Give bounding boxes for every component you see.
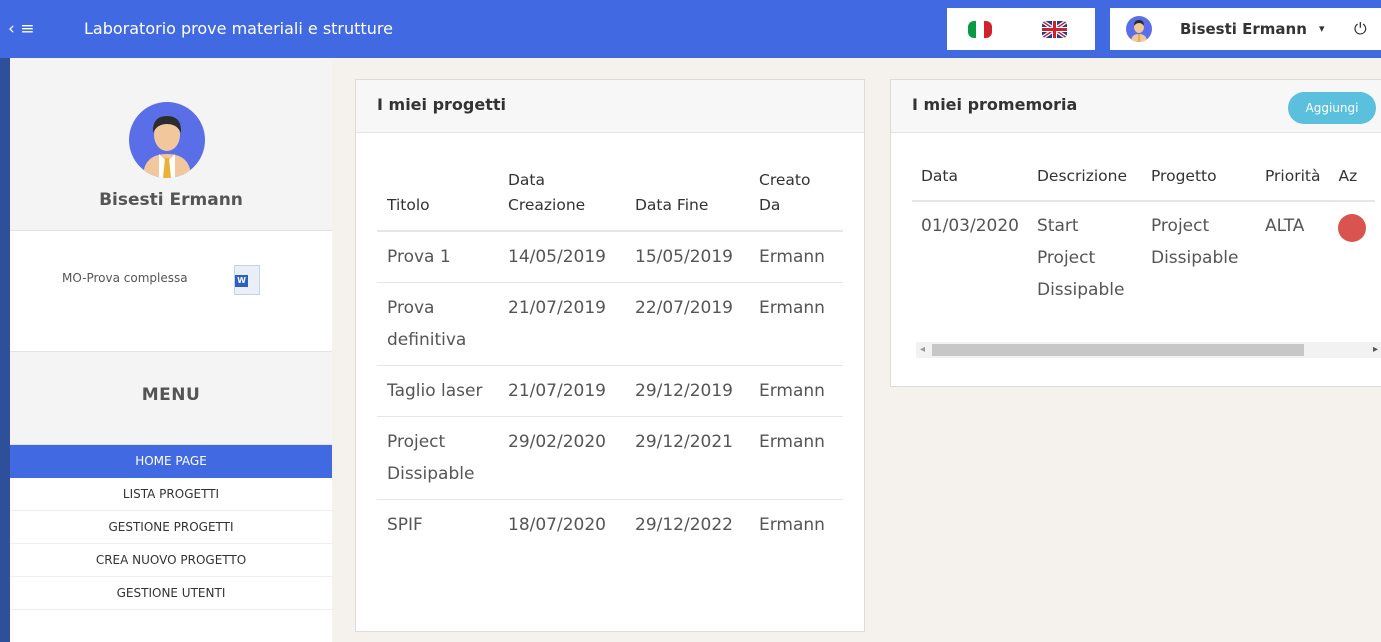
table-row[interactable]: Project Dissipable 29/02/2020 29/12/2021… <box>377 416 843 500</box>
word-letter: W <box>235 275 248 287</box>
column-header: Progetto <box>1141 164 1256 202</box>
menu-title: MENU <box>141 385 201 405</box>
reminders-panel: I miei promemoria Aggiungi Data Descrizi… <box>890 79 1381 387</box>
projects-table: Titolo Data Creazione Data Fine Creato D… <box>377 168 843 550</box>
italy-flag-icon[interactable] <box>968 21 992 38</box>
cell-titolo: Project Dissipable <box>377 416 498 500</box>
table-row[interactable]: Taglio laser 21/07/2019 29/12/2019 Erman… <box>377 365 843 417</box>
cell-titolo: Prova definitiva <box>377 282 498 366</box>
cell-titolo: Prova 1 <box>377 231 498 283</box>
profile-name: Bisesti Ermann <box>99 190 243 210</box>
uk-flag-icon[interactable] <box>1042 21 1067 38</box>
file-name[interactable]: MO-Prova complessa <box>62 271 188 285</box>
user-name[interactable]: Bisesti Ermann <box>1180 18 1307 40</box>
cell-descrizione: Start Project Dissipable <box>1036 216 1125 300</box>
cell-priorita: ALTA <box>1264 216 1305 236</box>
projects-panel-header: I miei progetti <box>356 80 864 133</box>
menu-item-gestione-utenti[interactable]: GESTIONE UTENTI <box>10 577 332 610</box>
add-reminder-button[interactable]: Aggiungi <box>1288 92 1376 124</box>
cell-creato-da: Ermann <box>749 365 843 417</box>
cell-creato-da: Ermann <box>759 515 825 535</box>
sidebar: Bisesti Ermann MO-Prova complessa W MENU… <box>10 58 332 642</box>
word-document-icon[interactable]: W <box>234 265 260 295</box>
menu-list: HOME PAGE LISTA PROGETTI GESTIONE PROGET… <box>10 445 332 610</box>
cell-azioni <box>1329 201 1375 314</box>
column-header: Creato Da <box>749 168 843 232</box>
menu-item-lista-progetti[interactable]: LISTA PROGETTI <box>10 478 332 511</box>
menu-item-gestione-progetti[interactable]: GESTIONE PROGETTI <box>10 511 332 544</box>
cell-titolo: SPIF <box>387 515 423 535</box>
cell-titolo: Taglio laser <box>377 365 498 417</box>
scrollbar-thumb[interactable] <box>932 344 1304 356</box>
cell-data: 01/03/2020 <box>921 216 1019 236</box>
cell-data-creazione: 29/02/2020 <box>498 416 625 500</box>
menu-header: MENU <box>10 352 332 445</box>
chevron-down-icon[interactable]: ▾ <box>1319 18 1325 40</box>
user-avatar-icon <box>1126 16 1152 42</box>
cell-data-creazione: 21/07/2019 <box>498 282 625 366</box>
scroll-left-icon[interactable]: ◂ <box>920 344 925 356</box>
language-switcher <box>947 8 1095 50</box>
cell-data-creazione: 18/07/2020 <box>508 515 606 535</box>
column-header: Data Fine <box>625 168 749 232</box>
cell-progetto: Project Dissipable <box>1150 216 1239 268</box>
table-header-row: Data Descrizione Progetto Priorità Az <box>912 164 1376 202</box>
reminders-table: Data Descrizione Progetto Priorità Az 01… <box>912 164 1376 314</box>
cell-data-fine: 15/05/2019 <box>625 231 749 283</box>
profile-avatar-icon <box>129 102 205 178</box>
column-header: Titolo <box>377 168 498 232</box>
menu-toggle-icon[interactable]: ‹ ≡ <box>8 17 44 41</box>
top-bar: ‹ ≡ Laboratorio prove materiali e strutt… <box>0 0 1381 58</box>
projects-title: I miei progetti <box>377 95 507 114</box>
cell-data-creazione: 14/05/2019 <box>498 231 625 283</box>
column-header: Az <box>1329 164 1376 202</box>
table-header-row: Titolo Data Creazione Data Fine Creato D… <box>377 168 843 232</box>
cell-data-fine: 29/12/2019 <box>625 365 749 417</box>
table-row[interactable]: Prova 1 14/05/2019 15/05/2019 Ermann <box>377 231 843 283</box>
column-header: Data Creazione <box>498 168 625 232</box>
main-content: I miei progetti Titolo Data Creazione Da… <box>332 58 1381 642</box>
menu-item-home-page[interactable]: HOME PAGE <box>10 445 332 478</box>
cell-data-fine: 29/12/2021 <box>625 416 749 500</box>
menu-item-crea-nuovo-progetto[interactable]: CREA NUOVO PROGETTO <box>10 544 332 577</box>
cell-creato-da: Ermann <box>749 231 843 283</box>
table-row[interactable]: 01/03/2020 Start Project Dissipable Proj… <box>912 201 1375 314</box>
reminders-panel-header: I miei promemoria Aggiungi <box>891 80 1381 133</box>
cell-data-creazione: 21/07/2019 <box>498 365 625 417</box>
user-menu[interactable]: Bisesti Ermann ▾ ⏻ <box>1110 8 1381 50</box>
horizontal-scrollbar[interactable]: ◂ ▸ <box>916 342 1381 358</box>
file-row: MO-Prova complessa W <box>10 231 332 352</box>
app-title: Laboratorio prove materiali e strutture <box>84 19 393 38</box>
column-header: Priorità <box>1255 164 1330 202</box>
delete-button[interactable] <box>1338 214 1367 242</box>
cell-creato-da: Ermann <box>749 416 843 500</box>
cell-data-fine: 22/07/2019 <box>625 282 749 366</box>
projects-panel: I miei progetti Titolo Data Creazione Da… <box>355 79 865 632</box>
scroll-right-icon[interactable]: ▸ <box>1373 344 1378 356</box>
table-row[interactable]: Prova definitiva 21/07/2019 22/07/2019 E… <box>377 282 843 366</box>
cell-creato-da: Ermann <box>749 282 843 366</box>
power-icon[interactable]: ⏻ <box>1354 18 1367 40</box>
reminders-title: I miei promemoria <box>912 95 1078 114</box>
table-row[interactable]: SPIF 18/07/2020 29/12/2022 Ermann <box>377 500 843 551</box>
column-header: Data <box>912 164 1028 202</box>
profile-panel: Bisesti Ermann <box>10 58 332 231</box>
column-header: Descrizione <box>1027 164 1142 202</box>
cell-data-fine: 29/12/2022 <box>635 515 733 535</box>
